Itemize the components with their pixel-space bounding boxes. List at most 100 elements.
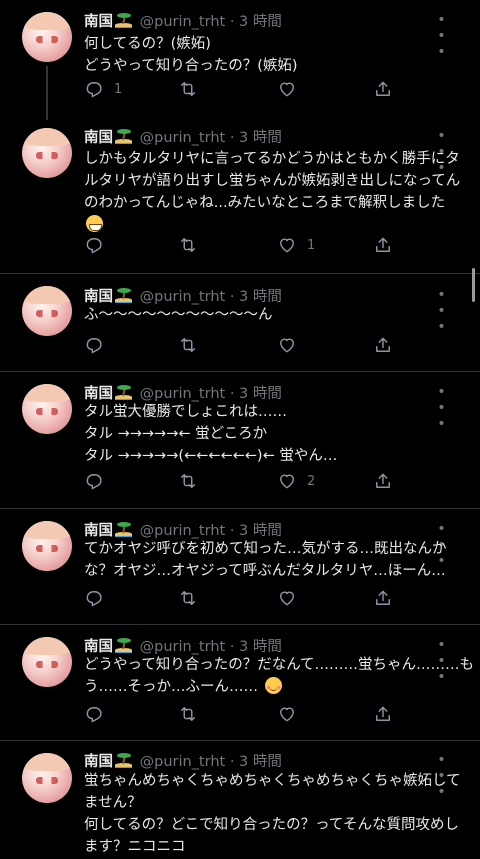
retweet-icon (181, 474, 195, 488)
display-name[interactable]: 南国 (84, 523, 113, 539)
tweet-line: タル →→→→→(←←←←←←)← 蛍やん… (84, 448, 338, 464)
display-name[interactable]: 南国 (84, 639, 113, 655)
share-button[interactable] (373, 335, 393, 355)
retweet-button[interactable] (178, 588, 208, 608)
like-button[interactable] (277, 704, 307, 724)
more-options-icon[interactable]: • • • (432, 521, 452, 569)
handle[interactable]: @purin_trht (140, 754, 226, 770)
tweet[interactable]: 南国 @purin_trht · 3 時間 • • • てかオヤジ呼びを初めて知… (0, 509, 480, 624)
share-button[interactable] (373, 704, 393, 724)
like-count: 1 (307, 237, 316, 253)
tweet-header: 南国 @purin_trht · 3 時間 (84, 285, 282, 306)
share-button[interactable] (373, 471, 393, 491)
more-options-icon[interactable]: • • • (432, 384, 452, 432)
avatar[interactable] (22, 753, 72, 803)
share-icon (376, 706, 390, 721)
display-name[interactable]: 南国 (84, 289, 113, 305)
tweet-line: ルタリヤが語り出すし蛍ちゃんが嫉妬剥き出しになってん (84, 173, 461, 189)
tweet-line: しかもタルタリヤに言ってるかどうかはともかく勝手にタ (84, 151, 460, 167)
reply-button[interactable] (84, 471, 114, 491)
handle[interactable]: @purin_trht (140, 639, 226, 655)
tweet-text: ふ〜〜〜〜〜〜〜〜〜〜〜ん (84, 304, 464, 326)
relieved-face-emoji (264, 677, 282, 694)
grinning-face-emoji (86, 215, 103, 232)
tweet-header: 南国 @purin_trht · 3 時間 (84, 635, 282, 656)
timestamp[interactable]: · 3 時間 (230, 289, 282, 305)
tweet[interactable]: 南国 @purin_trht · 3 時間 • • • タル蛍大優勝でしょこれは… (0, 372, 480, 508)
reply-button[interactable] (84, 235, 114, 255)
display-name[interactable]: 南国 (84, 386, 113, 402)
avatar[interactable] (22, 384, 72, 434)
handle[interactable]: @purin_trht (140, 14, 226, 30)
retweet-button[interactable] (178, 335, 208, 355)
display-name[interactable]: 南国 (84, 130, 113, 146)
like-button[interactable]: 1 (277, 235, 315, 255)
reply-button[interactable] (84, 335, 114, 355)
tweet-actions (84, 335, 404, 355)
more-options-icon[interactable]: • • • (432, 752, 452, 800)
tweet-header: 南国 @purin_trht · 3 時間 (84, 750, 282, 771)
retweet-button[interactable] (178, 235, 208, 255)
share-button[interactable] (373, 79, 393, 99)
tweet[interactable]: 南国 @purin_trht · 3 時間 • • • どうやって知り合ったの？… (0, 625, 480, 740)
tweet[interactable]: 南国 @purin_trht · 3 時間 • • • 蛍ちゃんめちゃくちゃめち… (0, 741, 480, 859)
retweet-button[interactable] (178, 704, 208, 724)
avatar[interactable] (22, 521, 72, 571)
timestamp[interactable]: · 3 時間 (230, 754, 282, 770)
heart-icon (280, 707, 294, 722)
timestamp[interactable]: · 3 時間 (230, 386, 282, 402)
more-options-icon[interactable]: • • • (432, 637, 452, 685)
avatar[interactable] (22, 12, 72, 62)
like-button[interactable] (277, 79, 307, 99)
island-icon (115, 13, 132, 28)
more-options-icon[interactable]: • • • (432, 287, 452, 335)
share-icon (376, 337, 390, 352)
tweet-header: 南国 @purin_trht · 3 時間 (84, 10, 282, 31)
more-options-icon[interactable]: • • • (432, 12, 452, 60)
like-button[interactable]: 2 (277, 471, 315, 491)
share-icon (376, 81, 390, 96)
tweet-line: 何してるの？(嫉妬) (84, 36, 211, 52)
like-button[interactable] (277, 588, 307, 608)
timestamp[interactable]: · 3 時間 (230, 130, 282, 146)
tweet-line: どうやって知り合ったの？(嫉妬) (84, 58, 298, 74)
tweet[interactable]: 南国 @purin_trht · 3 時間 • • • ふ〜〜〜〜〜〜〜〜〜〜〜… (0, 274, 480, 371)
display-name[interactable]: 南国 (84, 14, 113, 30)
timestamp[interactable]: · 3 時間 (230, 523, 282, 539)
share-button[interactable] (373, 588, 393, 608)
tweet-line: タル →→→→→← 蛍どころか (84, 426, 268, 442)
tweet-line: タル蛍大優勝でしょこれは…… (84, 404, 287, 420)
reply-button[interactable] (84, 588, 114, 608)
handle[interactable]: @purin_trht (140, 130, 226, 146)
tweet-text: 何してるの？(嫉妬) どうやって知り合ったの？(嫉妬) (84, 33, 464, 77)
reply-button[interactable]: 1 (84, 79, 122, 99)
retweet-button[interactable] (178, 471, 208, 491)
avatar[interactable] (22, 286, 72, 336)
handle[interactable]: @purin_trht (140, 386, 226, 402)
retweet-button[interactable] (178, 79, 208, 99)
tweet[interactable]: 南国 @purin_trht · 3 時間 • • • しかもタルタリヤに言って… (0, 120, 480, 273)
handle[interactable]: @purin_trht (140, 289, 226, 305)
avatar[interactable] (22, 637, 72, 687)
tweet-actions (84, 588, 404, 608)
heart-icon (280, 338, 294, 353)
display-name[interactable]: 南国 (84, 754, 113, 770)
more-options-icon[interactable]: • • • (432, 128, 452, 176)
retweet-icon (181, 707, 195, 721)
tweet-line: ます？ニコニコ (84, 839, 186, 855)
tweet-line: ません？ (84, 795, 142, 811)
heart-icon (280, 591, 294, 606)
handle[interactable]: @purin_trht (140, 523, 226, 539)
like-button[interactable] (277, 335, 307, 355)
tweet[interactable]: 南国 @purin_trht · 3 時間 • • • 何してるの？(嫉妬) ど… (0, 0, 480, 120)
share-icon (376, 590, 390, 605)
avatar[interactable] (22, 128, 72, 178)
scrollbar[interactable] (472, 268, 475, 302)
tweet-line: てかオヤジ呼びを初めて知った…気がする…既出なんか (84, 541, 447, 557)
timestamp[interactable]: · 3 時間 (230, 639, 282, 655)
reply-button[interactable] (84, 704, 114, 724)
share-button[interactable] (373, 235, 393, 255)
timestamp[interactable]: · 3 時間 (230, 14, 282, 30)
tweet-header: 南国 @purin_trht · 3 時間 (84, 519, 282, 540)
retweet-icon (181, 82, 195, 96)
